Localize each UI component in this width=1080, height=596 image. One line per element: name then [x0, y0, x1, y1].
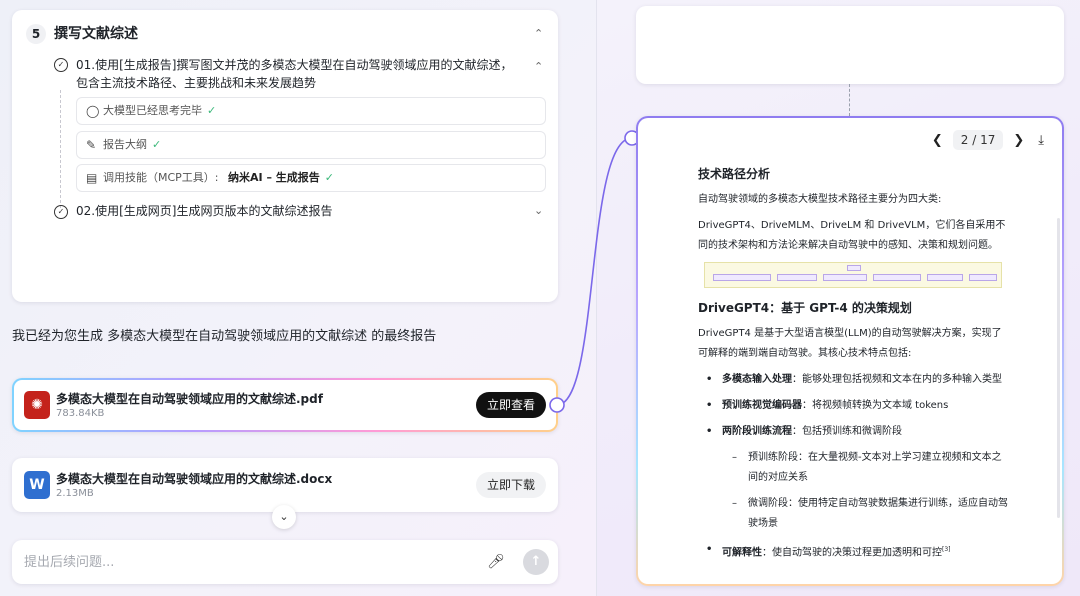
docx-file-name: 多模态大模型在自动驾驶领域应用的文献综述.docx: [56, 472, 333, 486]
check-icon: ✓: [324, 171, 334, 184]
tool-call-item[interactable]: ▤ 调用技能（MCP工具）: 纳米AI – 生成报告 ✓: [76, 164, 546, 192]
subtask-2-text: 02.使用[生成网页]生成网页版本的文献综述报告: [76, 204, 333, 218]
thinking-done-item[interactable]: ◯ 大模型已经思考完毕 ✓: [76, 97, 546, 125]
task-step-card: 5 撰写文献综述 ⌃ ✓ 01.使用[生成报告]撰写图文并茂的多模态大模型在自动…: [12, 10, 558, 302]
viewer-toolbar: ❮ 2 / 17 ❯ ⤓: [932, 128, 1044, 152]
bullet-item: 可解释性：使自动驾驶的决策过程更加透明和可控[3]: [698, 540, 1008, 563]
chevron-up-icon[interactable]: ⌃: [534, 60, 543, 73]
report-outline-label: 报告大纲: [103, 138, 147, 151]
drivegpt4-intro: DriveGPT4 是基于大型语言模型(LLM)的自动驾驶解决方案，实现了可解释…: [698, 328, 1002, 359]
tool-name: 纳米AI – 生成报告: [228, 171, 320, 184]
bullet-text: ：使自动驾驶的决策过程更加透明和可控: [762, 547, 942, 559]
bullet-bold: 可解释性: [722, 547, 762, 559]
docx-file-card[interactable]: W 多模态大模型在自动驾驶领域应用的文献综述.docx 2.13MB 立即下载: [12, 458, 558, 512]
tool-call-label: 调用技能（MCP工具）:: [103, 171, 219, 184]
page-indicator: 2 / 17: [952, 130, 1004, 150]
lightbulb-icon: ◯: [86, 104, 100, 118]
viewer-scrollbar[interactable]: [1057, 218, 1060, 518]
report-outline-item[interactable]: ✎ 报告大纲 ✓: [76, 131, 546, 159]
document-page: 技术路径分析 自动驾驶领域的多模态大模型技术路径主要分为四大类: DriveGP…: [698, 164, 1008, 569]
step-title: 撰写文献综述: [54, 26, 138, 42]
toolbox-icon: ▤: [86, 171, 98, 185]
bullet-bold: 预训练视觉编码器: [722, 400, 802, 411]
thinking-done-label: 大模型已经思考完毕: [103, 104, 202, 117]
bullet-item: 多模态输入处理：能够处理包括视频和文本在内的多种输入类型: [698, 370, 1008, 390]
summary-suffix: 的最终报告: [367, 329, 437, 344]
bullet-bold: 多模态输入处理: [722, 374, 792, 385]
word-icon: W: [24, 471, 50, 499]
prev-page-icon[interactable]: ❮: [932, 133, 943, 148]
docx-file-size: 2.13MB: [56, 488, 94, 499]
bullet-text: ：能够处理包括视频和文本在内的多种输入类型: [792, 374, 1002, 385]
check-circle-icon: ✓: [54, 58, 68, 72]
architecture-diagram: [704, 262, 1002, 288]
section-title: 技术路径分析: [698, 167, 771, 181]
summary-prefix: 我已经为您生成: [12, 329, 108, 344]
sub-bullet-item: 微调阶段：使用特定自动驾驶数据集进行训练，适应自动驾驶场景: [698, 494, 1008, 534]
summary-topic: 多模态大模型在自动驾驶领域应用的文献综述: [107, 329, 368, 344]
summary-message: 我已经为您生成 多模态大模型在自动驾驶领域应用的文献综述 的最终报告: [12, 328, 436, 346]
citation-ref[interactable]: [3]: [942, 546, 951, 553]
microphone-icon[interactable]: 🎤︎: [484, 550, 508, 574]
download-icon[interactable]: ⤓: [1038, 133, 1044, 148]
next-page-icon[interactable]: ❯: [1013, 133, 1024, 148]
intro-line-2: DriveGPT4、DriveMLM、DriveLM 和 DriveVLM，它们…: [698, 220, 1006, 251]
check-icon: ✓: [207, 104, 217, 117]
previous-node-card: [636, 6, 1064, 84]
bullet-item: 两阶段训练流程：包括预训练和微调阶段: [698, 422, 1008, 442]
chevron-down-icon[interactable]: ⌄: [534, 204, 543, 217]
bullet-text: ：将视频帧转换为文本域 tokens: [802, 400, 949, 411]
heading-drivegpt4: DriveGPT4：基于 GPT-4 的决策规划: [698, 301, 912, 315]
intro-line-1: 自动驾驶领域的多模态大模型技术路径主要分为四大类:: [698, 194, 942, 205]
pdf-file-size: 783.84KB: [56, 408, 105, 419]
step-number: 5: [26, 24, 46, 44]
scroll-down-icon[interactable]: ⌄: [272, 505, 296, 529]
bullet-bold: 两阶段训练流程: [722, 426, 792, 437]
view-now-button[interactable]: 立即查看: [475, 392, 546, 418]
chevron-up-icon[interactable]: ⌃: [534, 27, 543, 40]
pencil-icon: ✎: [86, 138, 97, 152]
followup-input[interactable]: [24, 552, 464, 572]
download-now-button[interactable]: 立即下载: [475, 472, 546, 498]
sub-bullet-item: 预训练阶段：在大量视频-文本对上学习建立视频和文本之间的对应关系: [698, 448, 1008, 488]
bullet-item: 预训练视觉编码器：将视频帧转换为文本域 tokens: [698, 396, 1008, 416]
chat-pane: 5 撰写文献综述 ⌃ ✓ 01.使用[生成报告]撰写图文并茂的多模态大模型在自动…: [0, 0, 596, 596]
pdf-icon: ✺: [24, 391, 50, 419]
document-viewer: ❮ 2 / 17 ❯ ⤓ 技术路径分析 自动驾驶领域的多模态大模型技术路径主要分…: [636, 116, 1064, 586]
pdf-file-name: 多模态大模型在自动驾驶领域应用的文献综述.pdf: [56, 392, 323, 406]
check-circle-icon: ✓: [54, 205, 68, 219]
node-link-line: [849, 84, 850, 116]
send-button[interactable]: ↑: [523, 549, 549, 575]
followup-input-bar: 🎤︎ ↑: [12, 540, 558, 584]
pdf-file-card[interactable]: ✺ 多模态大模型在自动驾驶领域应用的文献综述.pdf 783.84KB 立即查看: [12, 378, 558, 432]
timeline-line: [60, 90, 61, 208]
check-icon: ✓: [152, 138, 162, 151]
bullet-text: ：包括预训练和微调阶段: [792, 426, 902, 437]
subtask-1-text: 01.使用[生成报告]撰写图文并茂的多模态大模型在自动驾驶领域应用的文献综述，包…: [76, 58, 513, 90]
